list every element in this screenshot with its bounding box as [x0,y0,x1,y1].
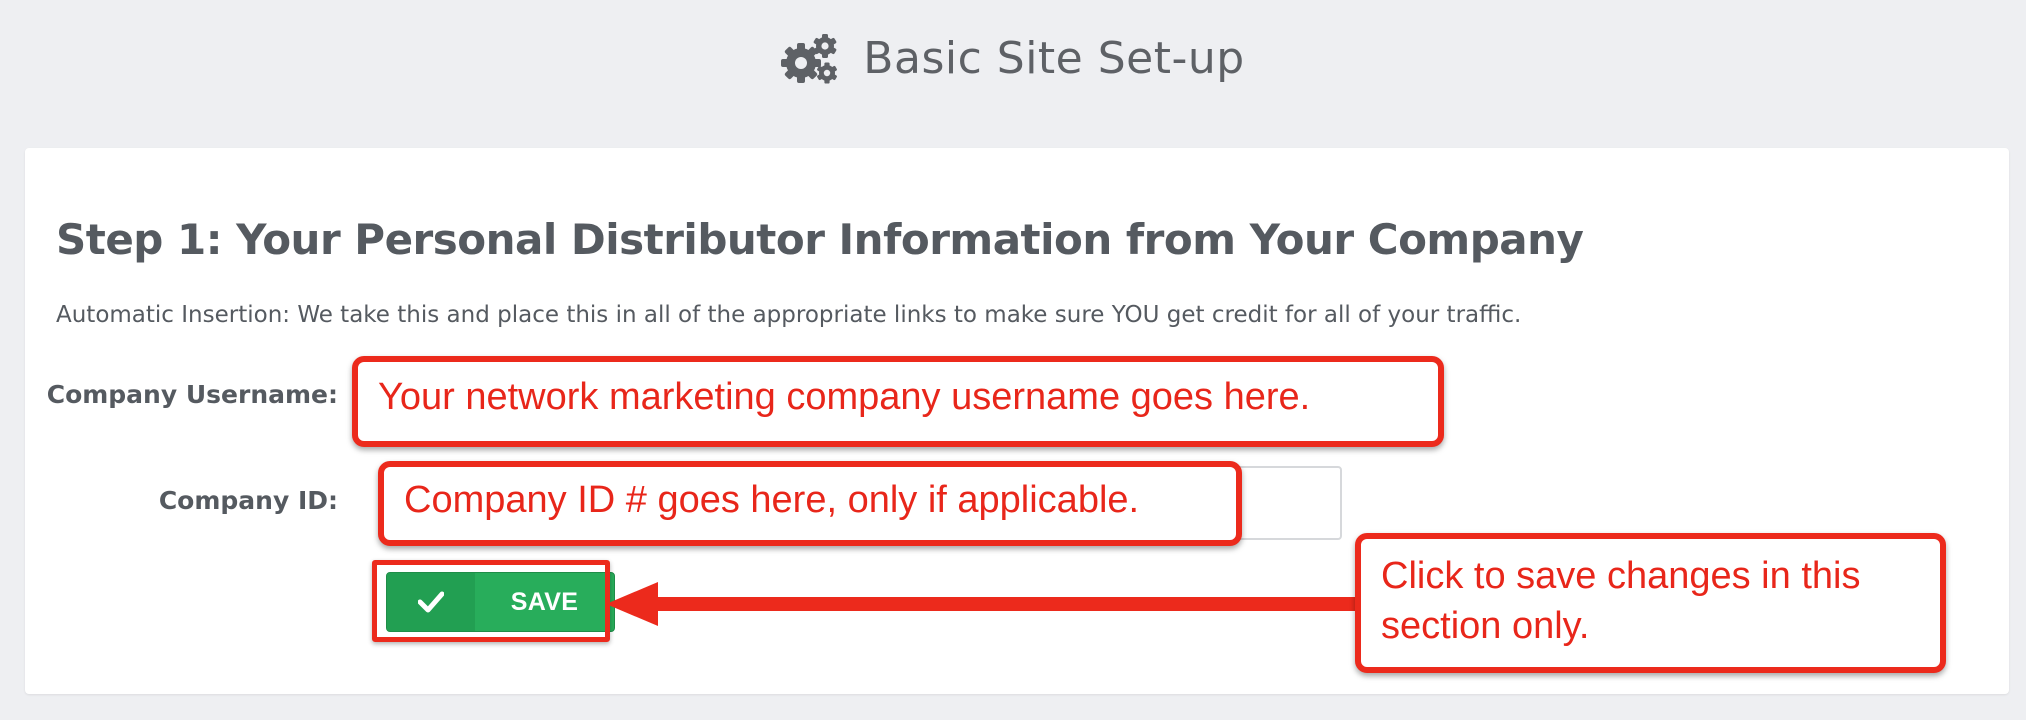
step-title: Step 1: Your Personal Distributor Inform… [56,215,1584,264]
callout-id-note: Company ID # goes here, only if applicab… [378,461,1242,546]
step-intro-text: Automatic Insertion: We take this and pl… [56,302,1522,328]
gears-icon [781,33,838,83]
company-id-label: Company ID: [158,486,338,515]
save-button-label: SAVE [510,587,579,616]
save-icon-zone [387,573,475,631]
save-button[interactable]: SAVE [386,572,615,632]
company-username-label: Company Username: [46,380,338,409]
page-title: Basic Site Set-up [863,33,1245,84]
page-header: Basic Site Set-up [0,0,2026,115]
callout-username-note: Your network marketing company username … [352,356,1444,447]
check-icon [418,591,444,613]
header-inner: Basic Site Set-up [781,33,1244,85]
callout-save-note: Click to save changes in this section on… [1355,533,1946,673]
